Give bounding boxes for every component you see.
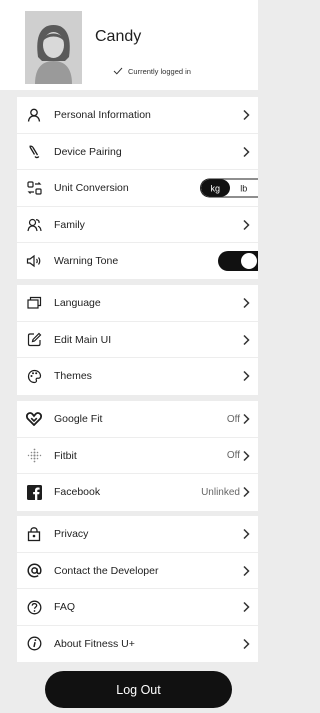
menu-label: Unit Conversion — [54, 182, 129, 195]
palette-icon — [26, 368, 42, 384]
check-icon — [113, 67, 123, 75]
menu-faq[interactable]: FAQ — [17, 589, 258, 626]
settings-group-connections: Google Fit Off Fitbit Off Facebook Unlin… — [17, 401, 258, 511]
google-fit-icon — [26, 411, 42, 427]
chevron-right-icon — [243, 110, 250, 121]
menu-edit-main-ui[interactable]: Edit Main UI — [17, 322, 258, 359]
settings-group-display: Language Edit Main UI Themes — [17, 285, 258, 395]
google-fit-status: Off — [226, 413, 240, 425]
settings-group-account: Personal Information Device Pairing Unit… — [17, 97, 258, 279]
facebook-icon — [26, 484, 42, 500]
profile-name: Candy — [95, 28, 142, 45]
chevron-right-icon — [243, 602, 250, 613]
person-icon — [26, 107, 42, 123]
chevron-right-icon — [243, 529, 250, 540]
menu-label: Facebook — [54, 486, 101, 499]
fitbit-status: Off — [226, 450, 240, 462]
facebook-status: Unlinked — [201, 486, 240, 498]
warning-tone-switch[interactable] — [218, 251, 258, 272]
settings-group-support: Privacy Contact the Developer FAQ About … — [17, 516, 258, 662]
menu-label: Google Fit — [54, 413, 103, 426]
unit-conversion-icon — [26, 180, 42, 196]
menu-unit-conversion: Unit Conversion kg lb — [17, 170, 258, 207]
chevron-right-icon — [243, 565, 250, 576]
chevron-right-icon — [243, 487, 250, 498]
at-sign-icon — [26, 563, 42, 579]
unit-toggle: kg lb — [200, 178, 259, 198]
switch-knob — [240, 252, 258, 271]
menu-label: Warning Tone — [54, 255, 119, 268]
menu-privacy[interactable]: Privacy — [17, 516, 258, 553]
chevron-right-icon — [243, 371, 250, 382]
group-icon — [26, 217, 42, 233]
menu-label: About Fitness U+ — [54, 637, 135, 650]
menu-language[interactable]: Language — [17, 285, 258, 322]
help-icon — [26, 599, 42, 615]
unit-option-lb[interactable]: lb — [230, 180, 259, 197]
lock-icon — [26, 526, 42, 542]
avatar[interactable] — [25, 11, 82, 84]
info-icon — [26, 636, 42, 652]
chevron-right-icon — [243, 298, 250, 309]
menu-themes[interactable]: Themes — [17, 358, 258, 395]
menu-label: Device Pairing — [54, 145, 122, 158]
login-status: Currently logged in — [113, 65, 191, 77]
chevron-right-icon — [243, 414, 250, 425]
chevron-right-icon — [243, 219, 250, 230]
menu-label: Privacy — [54, 528, 89, 541]
link-icon — [26, 144, 42, 160]
menu-fitbit[interactable]: Fitbit Off — [17, 438, 258, 475]
menu-label: FAQ — [54, 601, 76, 614]
menu-label: Personal Information — [54, 109, 151, 122]
speaker-icon — [26, 253, 42, 269]
fitbit-icon — [26, 448, 42, 464]
menu-label: Family — [54, 218, 85, 231]
menu-label: Fitbit — [54, 449, 77, 462]
edit-icon — [26, 332, 42, 348]
menu-label: Contact the Developer — [54, 564, 159, 577]
chevron-right-icon — [243, 638, 250, 649]
menu-contact-developer[interactable]: Contact the Developer — [17, 553, 258, 590]
menu-warning-tone: Warning Tone — [17, 243, 258, 280]
chevron-right-icon — [243, 146, 250, 157]
menu-label: Themes — [54, 370, 92, 383]
logout-button[interactable]: Log Out — [45, 671, 232, 708]
chevron-right-icon — [243, 334, 250, 345]
language-icon — [26, 295, 42, 311]
menu-label: Language — [54, 297, 101, 310]
chevron-right-icon — [243, 450, 250, 461]
menu-device-pairing[interactable]: Device Pairing — [17, 134, 258, 171]
menu-label: Edit Main UI — [54, 333, 112, 346]
login-status-text: Currently logged in — [128, 66, 191, 76]
menu-facebook[interactable]: Facebook Unlinked — [17, 474, 258, 511]
menu-google-fit[interactable]: Google Fit Off — [17, 401, 258, 438]
menu-family[interactable]: Family — [17, 207, 258, 244]
menu-about[interactable]: About Fitness U+ — [17, 626, 258, 663]
menu-personal-information[interactable]: Personal Information — [17, 97, 258, 134]
profile-header: Candy Currently logged in — [0, 0, 258, 90]
unit-option-kg[interactable]: kg — [201, 179, 230, 197]
